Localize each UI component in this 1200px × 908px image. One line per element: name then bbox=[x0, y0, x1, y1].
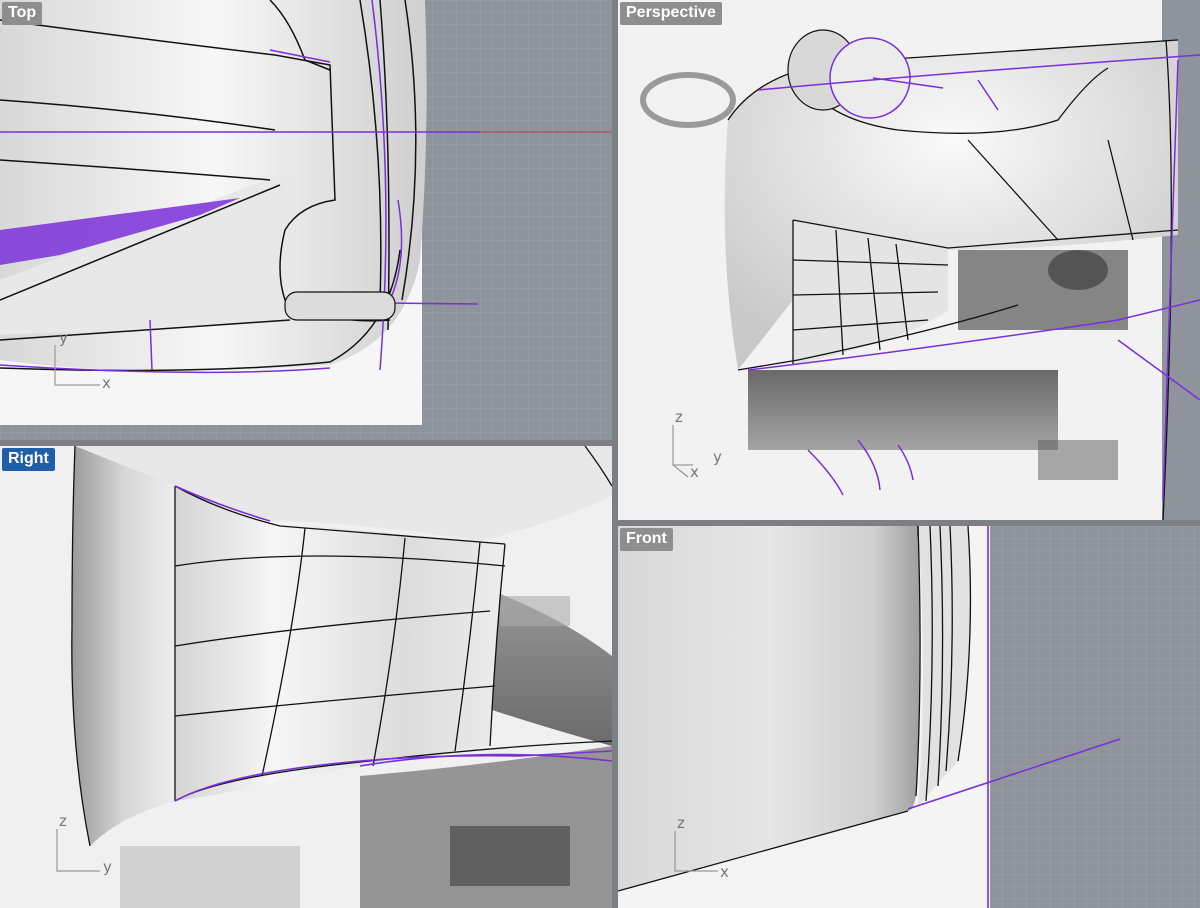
viewport-perspective[interactable]: z y x Perspective bbox=[618, 0, 1200, 520]
mirror-surface[interactable] bbox=[284, 291, 396, 321]
axis-z-label: z bbox=[677, 814, 685, 832]
viewport-label-right[interactable]: Right bbox=[2, 448, 55, 471]
axis-y-label: y bbox=[59, 329, 68, 347]
viewport-label-perspective[interactable]: Perspective bbox=[620, 2, 722, 25]
viewport-front[interactable]: z x Front bbox=[618, 526, 1200, 908]
front-view-canvas[interactable]: z x bbox=[618, 526, 1200, 908]
axis-x-label: x bbox=[690, 463, 699, 481]
viewport-label-front[interactable]: Front bbox=[620, 528, 673, 551]
axis-y-label: y bbox=[713, 448, 722, 466]
top-view-canvas[interactable]: y x bbox=[0, 0, 612, 440]
axis-z-label: z bbox=[675, 408, 683, 426]
side-surface[interactable] bbox=[71, 446, 175, 846]
viewport-top[interactable]: y x Top bbox=[0, 0, 612, 440]
axis-x-label: x bbox=[102, 374, 111, 392]
viewport-label-top[interactable]: Top bbox=[2, 2, 43, 25]
viewport-right[interactable]: z y Right bbox=[0, 446, 612, 908]
right-view-canvas[interactable]: z y bbox=[0, 446, 612, 908]
axis-x-label: x bbox=[720, 863, 729, 881]
perspective-view-canvas[interactable]: z y x bbox=[618, 0, 1200, 520]
axis-z-label: z bbox=[59, 812, 67, 830]
axis-y-label: y bbox=[103, 858, 112, 876]
